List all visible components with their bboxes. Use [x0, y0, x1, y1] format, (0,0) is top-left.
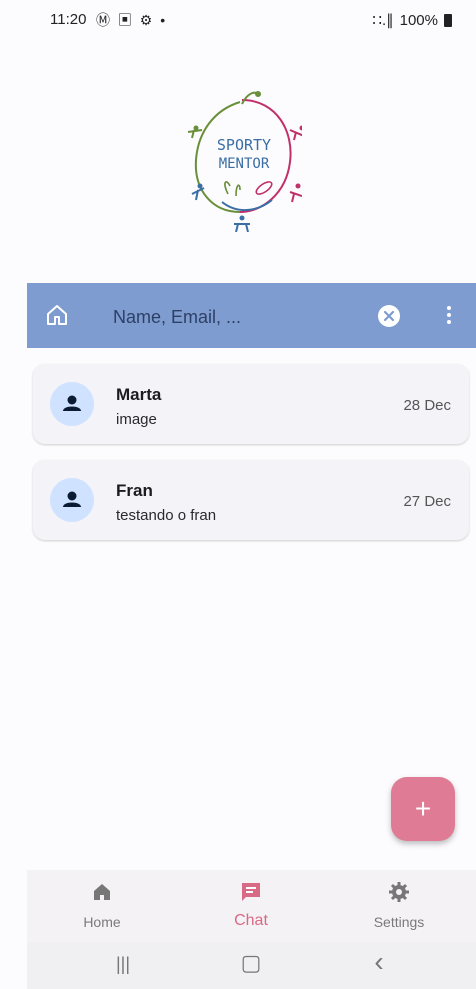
logo-line-1: SPORTY — [217, 136, 271, 154]
person-icon — [63, 491, 81, 507]
avatar — [50, 478, 94, 522]
sporty-mentor-logo: SPORTY MENTOR — [182, 82, 305, 233]
chat-date: 28 Dec — [403, 397, 451, 414]
home-icon[interactable] — [45, 303, 69, 327]
nav-item-settings[interactable]: Settings — [339, 870, 459, 942]
home-button[interactable]: ▢ — [231, 950, 271, 975]
battery-percent: 100% — [399, 11, 438, 29]
recents-button[interactable]: ||| — [103, 954, 143, 978]
nav-label-settings: Settings — [373, 914, 425, 930]
new-chat-button[interactable]: + — [391, 777, 455, 841]
clear-search-icon[interactable] — [378, 305, 400, 327]
chat-icon — [239, 880, 263, 904]
signal-icon: ∷.∥ — [372, 12, 394, 29]
chat-date: 27 Dec — [403, 493, 451, 510]
bottom-navigation: Home Chat Settings — [27, 870, 476, 942]
gear-icon — [387, 880, 411, 904]
chat-list-item[interactable]: Fran testando o fran 27 Dec — [33, 460, 469, 540]
more-options-icon[interactable] — [439, 303, 459, 329]
nav-label-chat: Chat — [234, 912, 268, 929]
status-time: 11:20 — [50, 11, 87, 28]
logo-line-2: MENTOR — [219, 156, 270, 172]
nav-item-home[interactable]: Home — [42, 870, 162, 942]
chat-name: Fran — [116, 481, 153, 500]
person-icon — [63, 395, 81, 411]
status-bar: 11:20 Ⓜ ▣ ⚙ • ∷.∥ 100% — [0, 0, 476, 40]
battery-icon — [444, 13, 452, 27]
system-navigation-bar: ||| ▢ ‹ — [27, 942, 476, 989]
nav-item-chat[interactable]: Chat — [191, 870, 311, 942]
nav-label-home: Home — [83, 914, 121, 930]
chat-preview: image — [116, 411, 157, 428]
back-button[interactable]: ‹ — [359, 946, 399, 977]
chat-list-item[interactable]: Marta image 28 Dec — [33, 364, 469, 444]
notification-icons: Ⓜ ▣ ⚙ • — [96, 12, 168, 28]
home-icon — [90, 880, 114, 904]
chat-name: Marta — [116, 385, 162, 404]
search-input[interactable] — [111, 299, 355, 335]
search-app-bar — [27, 283, 476, 348]
chat-preview: testando o fran — [116, 507, 217, 524]
avatar — [50, 382, 94, 426]
status-right: ∷.∥ 100% — [372, 11, 452, 29]
